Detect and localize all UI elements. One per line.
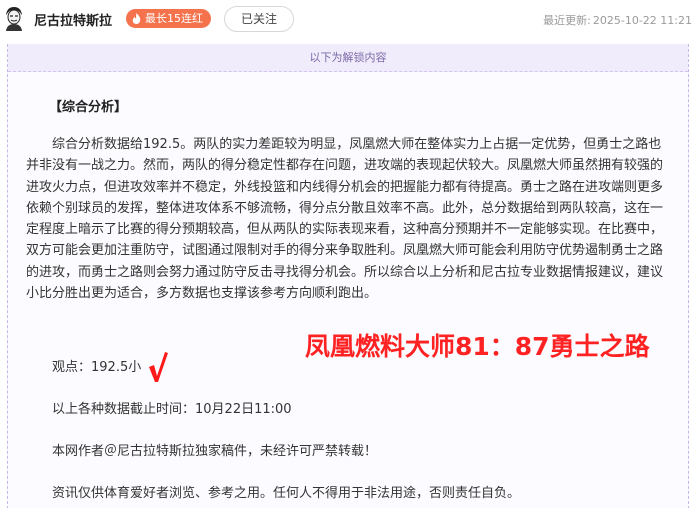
flame-icon	[130, 12, 143, 25]
disclaimer-line: 资讯仅供体育爱好者浏览、参考之用。任何人不得用于非法用途，否则责任自负。	[52, 486, 521, 501]
streak-badge: 最长15连红	[126, 9, 211, 28]
follow-button[interactable]: 已关注	[224, 6, 294, 32]
updated-label: 最近更新:	[543, 14, 591, 27]
streak-badge-label: 最长15连红	[145, 12, 203, 25]
top-bar: 尼古拉特斯拉 最长15连红 已关注 最近更新: 2025-10-22 11:21	[0, 0, 698, 40]
last-updated: 最近更新: 2025-10-22 11:21	[541, 12, 692, 28]
prediction-line: 观点：192.5小	[52, 360, 142, 375]
section-title: 【综合分析】	[49, 100, 128, 115]
copyright-notice: 本网作者＠尼古拉特斯拉独家稿件，未经许可严禁转载！	[52, 444, 378, 459]
updated-time: 2025-10-22 11:21	[592, 14, 692, 27]
author-name[interactable]: 尼古拉特斯拉	[34, 10, 112, 29]
score-overlay: 凤凰燃料大师81：87勇士之路	[305, 332, 650, 361]
red-checkmark-icon	[146, 350, 170, 384]
cutoff-time-line: 以上各种数据截止时间：10月22日11:00	[52, 402, 292, 417]
analysis-paragraph: 综合分析数据给192.5。两队的实力差距较为明显，凤凰燃大师在整体实力上占据一定…	[26, 137, 664, 302]
author-avatar[interactable]	[3, 5, 25, 31]
unlock-notice: 以下为解锁内容	[8, 44, 688, 72]
